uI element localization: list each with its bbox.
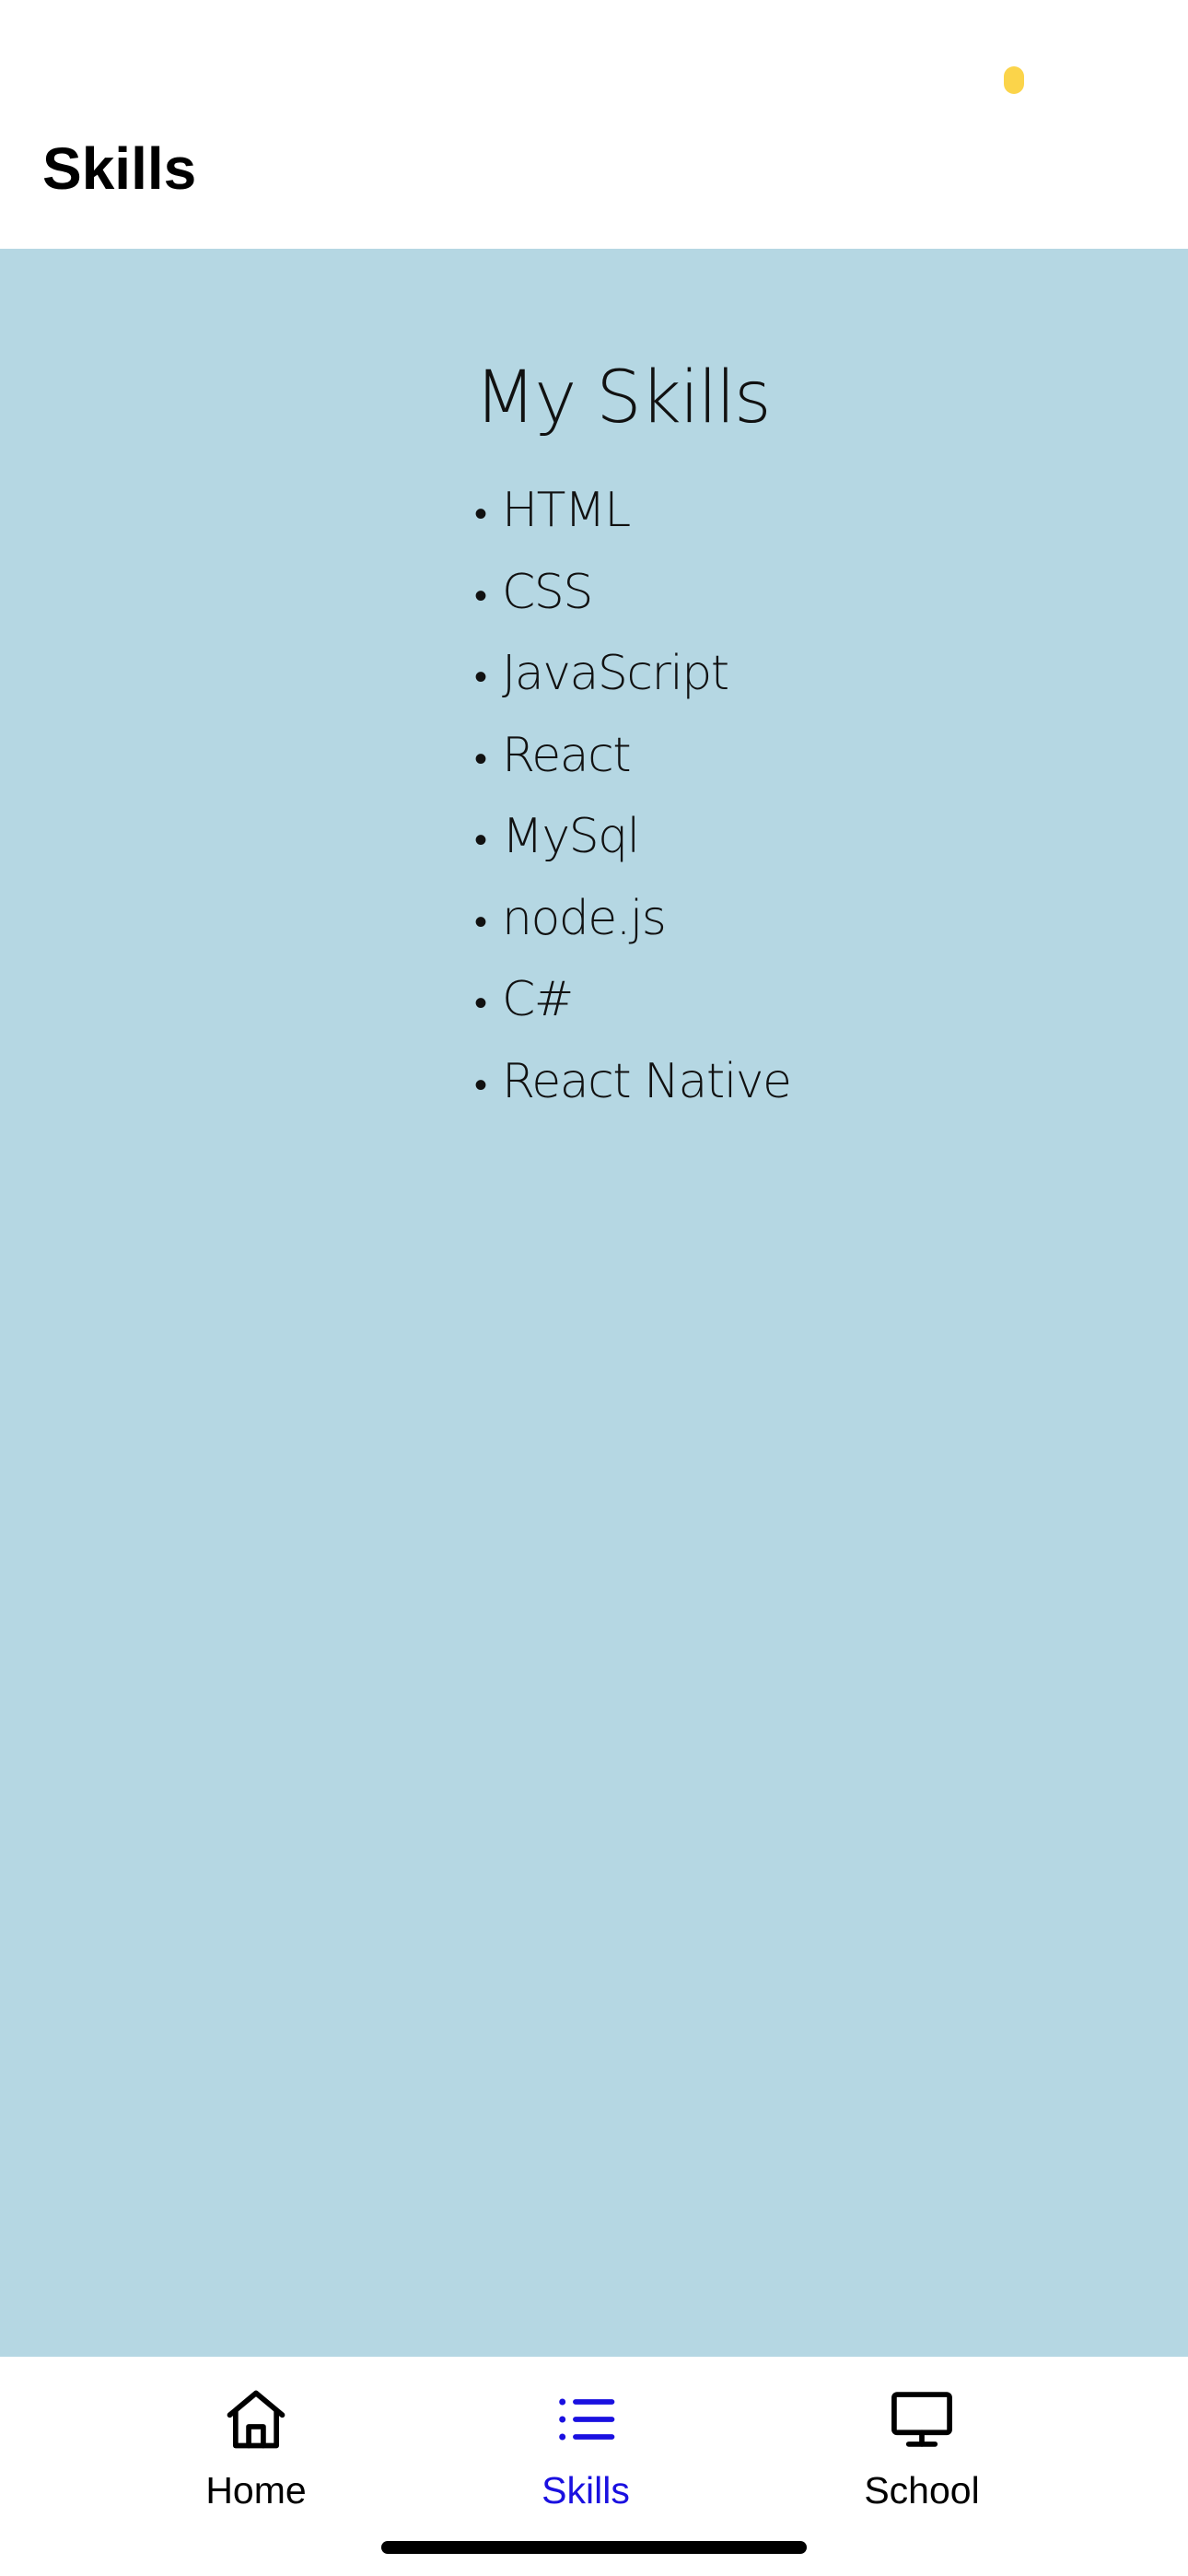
bullet: • (474, 982, 487, 1025)
skill-label: C# (502, 972, 574, 1027)
home-indicator[interactable] (381, 2541, 807, 2554)
skill-item: • React (474, 715, 791, 797)
skills-content: My Skills • HTML • CSS • JavaScript • React … (0, 249, 1188, 2357)
app-screen: Skills My Skills • HTML • CSS • JavaScript … (0, 0, 1188, 2576)
bullet: • (474, 656, 487, 698)
bullet: • (474, 737, 487, 780)
status-indicator-dot (1004, 66, 1024, 94)
monitor-icon (891, 2392, 952, 2447)
bullet: • (474, 493, 487, 535)
tab-skills[interactable]: Skills (448, 2357, 724, 2513)
skill-label: HTML (502, 483, 631, 538)
tab-label: Skills (542, 2469, 630, 2512)
bullet: • (474, 900, 487, 943)
tab-home[interactable]: Home (118, 2357, 394, 2513)
skill-label: MySql (502, 809, 640, 864)
home-icon (227, 2390, 285, 2449)
skills-heading: My Skills (474, 357, 772, 439)
skill-item: • node.js (474, 878, 791, 960)
skills-list: • HTML • CSS • JavaScript • React • MySql • no… (474, 470, 792, 1123)
list-icon (559, 2398, 615, 2441)
skills-section: My Skills • HTML • CSS • JavaScript • React … (474, 352, 792, 1123)
skill-item: • HTML (474, 470, 791, 552)
skill-item: • MySql (474, 796, 791, 878)
skill-label: JavaScript (502, 646, 729, 701)
header: Skills (0, 138, 1188, 249)
tab-label: School (864, 2469, 980, 2512)
skill-label: React Native (502, 1053, 792, 1109)
skill-label: node.js (502, 890, 667, 946)
skill-item: • React Native (474, 1041, 792, 1123)
page-title: Skills (42, 135, 197, 202)
tab-label: Home (205, 2469, 307, 2512)
skill-item: • JavaScript (474, 633, 791, 715)
bullet: • (474, 574, 487, 617)
bullet: • (474, 1063, 487, 1107)
status-bar (0, 0, 1188, 138)
skill-label: CSS (502, 564, 593, 620)
skill-item: • CSS (474, 552, 791, 634)
skill-item: • C# (474, 959, 791, 1041)
bullet: • (474, 819, 487, 861)
tab-school[interactable]: School (784, 2357, 1060, 2513)
skill-label: React (502, 727, 632, 783)
